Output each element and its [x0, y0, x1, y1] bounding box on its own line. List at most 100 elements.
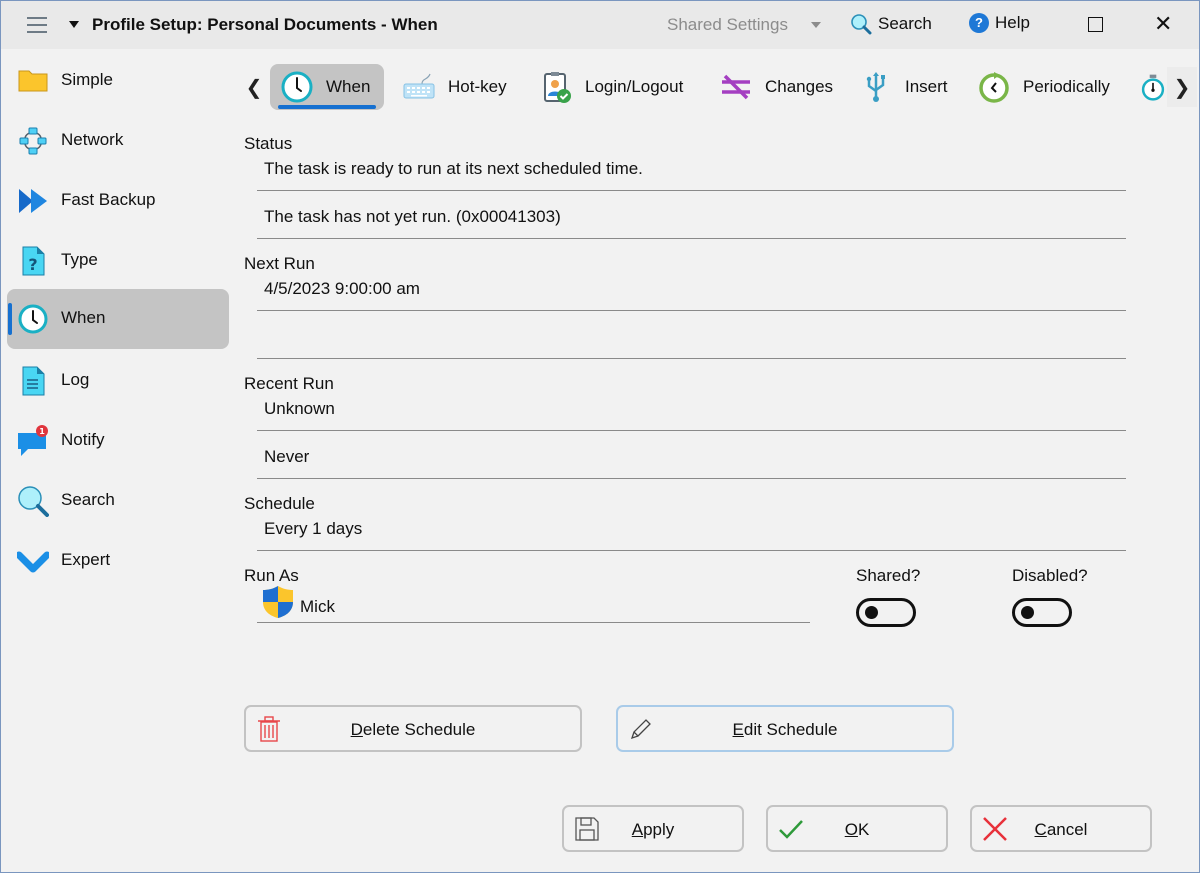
- usb-icon: [866, 72, 885, 102]
- sidebar-item-notify[interactable]: 1 Notify: [7, 411, 229, 471]
- sidebar-item-label: Notify: [61, 430, 105, 449]
- label-rest: K: [857, 820, 870, 839]
- schedule-value: Every 1 days: [264, 519, 363, 538]
- titlebar-help-label: Help: [995, 13, 1030, 32]
- shared-toggle-label: Shared?: [856, 566, 921, 585]
- mnemonic: C: [1034, 820, 1047, 839]
- tab-label: Changes: [765, 77, 834, 96]
- label-rest: pply: [643, 820, 675, 839]
- hamburger-menu-icon[interactable]: [27, 17, 47, 33]
- delete-schedule-label: Delete Schedule: [246, 720, 580, 740]
- login-badge-icon: [544, 72, 571, 103]
- label-rest: elete Schedule: [362, 720, 476, 739]
- status-text-2: The task has not yet run. (0x00041303): [264, 207, 561, 226]
- next-run-line-1: 4/5/2023 9:00:00 am: [257, 265, 1126, 311]
- tab-label: Insert: [905, 77, 948, 96]
- ok-button[interactable]: OK: [766, 805, 948, 852]
- sidebar-item-label: Search: [61, 490, 115, 509]
- sidebar-item-fast-backup[interactable]: Fast Backup: [7, 171, 229, 231]
- cancel-button[interactable]: Cancel: [970, 805, 1152, 852]
- sidebar-item-label: Simple: [61, 70, 113, 89]
- run-as-field: Mick: [257, 582, 810, 623]
- apply-button[interactable]: Apply: [562, 805, 744, 852]
- notify-badge-count: 1: [39, 427, 45, 436]
- help-icon: ?: [969, 13, 989, 33]
- svg-text:?: ?: [28, 255, 37, 274]
- tab-stopwatch[interactable]: [1127, 64, 1167, 110]
- ok-label: OK: [768, 820, 946, 840]
- sidebar-item-log[interactable]: Log: [7, 351, 229, 411]
- document-icon: [22, 366, 45, 396]
- tab-hot-key[interactable]: Hot-key: [392, 64, 521, 110]
- label-rest: ancel: [1046, 820, 1088, 839]
- tab-label: Login/Logout: [585, 77, 684, 96]
- sidebar-item-search[interactable]: Search: [7, 471, 229, 531]
- sidebar-item-label: Network: [61, 130, 124, 149]
- tabs-scroll-left-icon[interactable]: ❮: [239, 67, 269, 107]
- status-text-1: The task is ready to run at its next sch…: [264, 159, 643, 178]
- title-bar: Profile Setup: Personal Documents - When…: [1, 1, 1199, 49]
- sidebar-item-simple[interactable]: Simple: [7, 51, 229, 111]
- tab-changes[interactable]: Changes: [709, 64, 847, 110]
- tab-periodically[interactable]: Periodically: [967, 64, 1124, 110]
- mnemonic: A: [631, 820, 644, 839]
- tab-login-logout[interactable]: Login/Logout: [529, 64, 697, 110]
- checkmark-chevron-icon: [17, 551, 49, 573]
- sidebar-item-label: Log: [61, 370, 90, 389]
- uac-shield-icon: [263, 586, 293, 618]
- next-run-line-2: [257, 313, 1126, 359]
- next-run-text-1: 4/5/2023 9:00:00 am: [264, 279, 420, 298]
- sidebar-item-expert[interactable]: Expert: [7, 531, 229, 591]
- sidebar-item-label: Type: [61, 250, 98, 269]
- disabled-toggle-label: Disabled?: [1012, 566, 1088, 585]
- window-title: Profile Setup: Personal Documents - When: [92, 15, 438, 34]
- tab-bar: ❮ When Hot-key Login/Logout Changes Inse…: [237, 61, 1200, 113]
- sidebar-item-network[interactable]: Network: [7, 111, 229, 171]
- maximize-button[interactable]: [1088, 17, 1103, 32]
- shared-settings-caret-icon[interactable]: [811, 22, 821, 28]
- title-dropdown-caret-icon[interactable]: [69, 21, 79, 28]
- mnemonic: D: [350, 720, 363, 739]
- schedule-field: Every 1 days: [257, 505, 1126, 551]
- recent-run-line-2: Never: [257, 433, 1126, 479]
- edit-schedule-button[interactable]: Edit Schedule: [616, 705, 954, 752]
- recent-run-text-1: Unknown: [264, 399, 335, 418]
- toggle-knob: [865, 606, 878, 619]
- tab-when[interactable]: When: [270, 64, 385, 110]
- search-icon: [851, 14, 872, 35]
- stopwatch-icon: [1141, 74, 1165, 101]
- not-equal-icon: [722, 74, 750, 100]
- tabs-scroll-right-icon[interactable]: ❯: [1167, 67, 1197, 107]
- mnemonic: O: [844, 820, 858, 839]
- folder-icon: [18, 70, 48, 92]
- tab-label: Periodically: [1023, 77, 1110, 96]
- sidebar-item-type[interactable]: ? Type: [7, 231, 229, 291]
- shared-toggle[interactable]: [856, 598, 916, 627]
- tab-label: Hot-key: [448, 77, 507, 96]
- sidebar-item-when[interactable]: When: [7, 289, 229, 349]
- recent-run-text-2: Never: [264, 447, 310, 466]
- titlebar-help-button[interactable]: ? Help: [969, 13, 1030, 33]
- delete-schedule-button[interactable]: Delete Schedule: [244, 705, 582, 752]
- network-icon: [19, 127, 47, 155]
- tab-insert[interactable]: Insert: [849, 64, 962, 110]
- close-button[interactable]: ✕: [1154, 11, 1172, 37]
- run-as-user: Mick: [300, 597, 335, 616]
- refresh-clock-icon: [979, 72, 1009, 103]
- sidebar-item-label: Fast Backup: [61, 190, 156, 209]
- fast-forward-icon: [19, 189, 47, 213]
- tab-label: When: [326, 77, 371, 96]
- shared-settings-dropdown[interactable]: Shared Settings: [667, 15, 788, 35]
- question-document-icon: ?: [22, 246, 45, 276]
- keyboard-icon: [403, 73, 435, 99]
- clock-icon: [281, 71, 313, 103]
- clock-icon: [18, 304, 48, 334]
- sidebar-item-label: Expert: [61, 550, 111, 569]
- disabled-toggle[interactable]: [1012, 598, 1072, 627]
- toggle-knob: [1021, 606, 1034, 619]
- status-line-1: The task is ready to run at its next sch…: [257, 145, 1126, 191]
- titlebar-search-label: Search: [878, 14, 932, 33]
- cancel-label: Cancel: [972, 820, 1150, 840]
- sidebar-item-label: When: [61, 308, 106, 327]
- titlebar-search-button[interactable]: Search: [850, 13, 932, 35]
